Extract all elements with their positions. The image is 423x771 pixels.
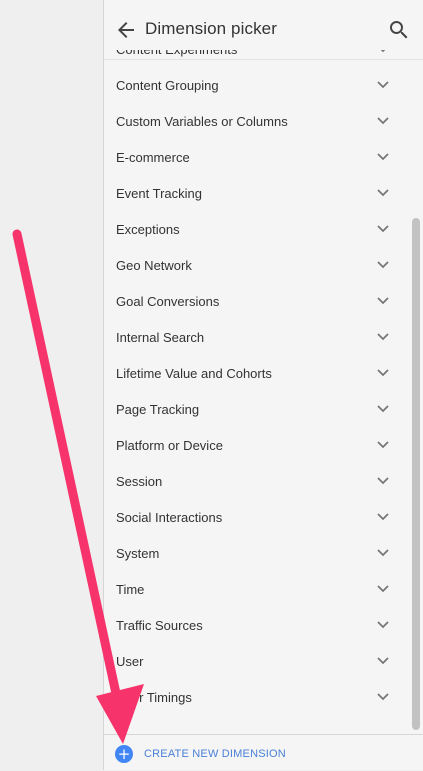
chevron-down-icon bbox=[377, 225, 389, 233]
chevron-down-icon bbox=[377, 297, 389, 305]
dimension-category-label: Lifetime Value and Cohorts bbox=[116, 366, 272, 381]
chevron-down-icon bbox=[377, 81, 389, 89]
dimension-category-label: Custom Variables or Columns bbox=[116, 114, 288, 129]
dimension-category-item[interactable]: User Timings bbox=[104, 680, 409, 716]
arrow-back-icon[interactable] bbox=[114, 18, 138, 42]
dimension-category-item[interactable]: Social Interactions bbox=[104, 500, 409, 536]
dimension-category-item[interactable]: System bbox=[104, 536, 409, 572]
chevron-down-icon bbox=[377, 549, 389, 557]
dimension-category-item[interactable]: Platform or Device bbox=[104, 428, 409, 464]
chevron-down-icon bbox=[377, 441, 389, 449]
dimension-category-label: Time bbox=[116, 582, 145, 597]
chevron-down-icon bbox=[377, 333, 389, 341]
dimension-category-label: Traffic Sources bbox=[116, 618, 203, 633]
dimension-category-item[interactable]: Content Experiments bbox=[104, 50, 409, 68]
dimension-category-item[interactable]: Time bbox=[104, 572, 409, 608]
dimension-category-item[interactable]: E-commerce bbox=[104, 140, 409, 176]
chevron-down-icon bbox=[377, 477, 389, 485]
dimension-category-label: Internal Search bbox=[116, 330, 205, 345]
dimension-category-item[interactable]: Event Tracking bbox=[104, 176, 409, 212]
chevron-down-icon bbox=[380, 50, 386, 53]
dimension-picker-panel: Dimension picker Content ExperimentsCont… bbox=[103, 0, 423, 770]
dimension-category-item[interactable]: User bbox=[104, 644, 409, 680]
dimension-category-label: Content Grouping bbox=[116, 78, 219, 93]
chevron-down-icon bbox=[377, 513, 389, 521]
dimension-category-item[interactable]: Exceptions bbox=[104, 212, 409, 248]
chevron-down-icon bbox=[377, 693, 389, 701]
search-icon[interactable] bbox=[387, 18, 411, 42]
dimension-category-item[interactable]: Traffic Sources bbox=[104, 608, 409, 644]
picker-footer: + CREATE NEW DIMENSION bbox=[104, 734, 423, 770]
create-new-dimension-button[interactable]: + CREATE NEW DIMENSION bbox=[104, 735, 423, 771]
dimension-category-label: Goal Conversions bbox=[116, 294, 220, 309]
dimension-category-item[interactable]: Geo Network bbox=[104, 248, 409, 284]
chevron-down-icon bbox=[377, 405, 389, 413]
scrollbar-thumb[interactable] bbox=[412, 218, 420, 730]
dimension-category-item[interactable]: Internal Search bbox=[104, 320, 409, 356]
scrollbar[interactable] bbox=[409, 60, 423, 734]
dimension-category-label: Content Experiments bbox=[116, 50, 237, 57]
dimension-category-label: E-commerce bbox=[116, 150, 190, 165]
dimension-category-label: System bbox=[116, 546, 160, 561]
dimension-category-label: Event Tracking bbox=[116, 186, 202, 201]
dimension-category-item[interactable]: Page Tracking bbox=[104, 392, 409, 428]
chevron-down-icon bbox=[377, 153, 389, 161]
dimension-category-label: Platform or Device bbox=[116, 438, 223, 453]
dimension-category-item[interactable]: Session bbox=[104, 464, 409, 500]
dimension-category-label: Session bbox=[116, 474, 163, 489]
dimension-category-label: User Timings bbox=[116, 690, 192, 705]
left-pane bbox=[0, 0, 103, 770]
chevron-down-icon bbox=[377, 369, 389, 377]
add-circle-icon: + bbox=[115, 745, 133, 763]
dimension-category-label: Social Interactions bbox=[116, 510, 223, 525]
chevron-down-icon bbox=[377, 117, 389, 125]
chevron-down-icon bbox=[377, 261, 389, 269]
create-new-dimension-label: CREATE NEW DIMENSION bbox=[144, 748, 286, 760]
chevron-down-icon bbox=[377, 189, 389, 197]
dimension-category-label: Page Tracking bbox=[116, 402, 200, 417]
chevron-down-icon bbox=[377, 621, 389, 629]
chevron-down-icon bbox=[377, 585, 389, 593]
dimension-category-item[interactable]: Custom Variables or Columns bbox=[104, 104, 409, 140]
page-title: Dimension picker bbox=[145, 19, 277, 38]
dimension-category-label: Exceptions bbox=[116, 222, 180, 237]
dimension-category-label: User bbox=[116, 654, 144, 669]
dimension-category-list: Content Experiments Content Grouping Custo… bbox=[104, 50, 409, 734]
chevron-down-icon bbox=[377, 657, 389, 665]
dimension-category-item[interactable]: Content Grouping bbox=[104, 68, 409, 104]
dimension-category-label: Geo Network bbox=[116, 258, 192, 273]
dimension-category-item[interactable]: Goal Conversions bbox=[104, 284, 409, 320]
dimension-category-item[interactable]: Lifetime Value and Cohorts bbox=[104, 356, 409, 392]
